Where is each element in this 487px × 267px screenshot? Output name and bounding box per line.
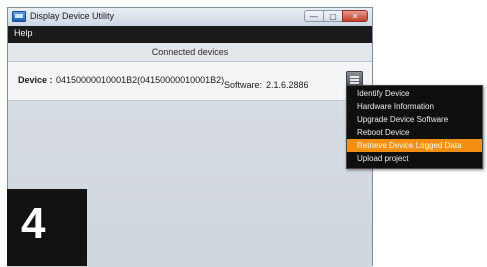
close-button[interactable]: ✕ (342, 10, 368, 22)
hamburger-icon (350, 76, 359, 78)
menu-item-retrieve-device-logged-data[interactable]: Retrieve Device Logged Data (347, 139, 482, 152)
window-controls: — ▢ ✕ (304, 10, 368, 23)
menu-bar: Help (8, 26, 372, 43)
window-title: Display Device Utility (30, 11, 115, 21)
connected-devices-header: Connected devices (8, 43, 372, 62)
device-row[interactable]: Device : 04150000010001B2(04150000010001… (8, 62, 372, 101)
title-bar[interactable]: Display Device Utility — ▢ ✕ (8, 8, 372, 27)
minimize-icon: — (310, 12, 318, 21)
menu-item-identify-device[interactable]: Identify Device (347, 87, 482, 100)
close-icon: ✕ (351, 12, 359, 21)
menu-item-upload-project[interactable]: Upload project (347, 152, 482, 165)
maximize-button[interactable]: ▢ (323, 10, 343, 22)
menu-item-hardware-information[interactable]: Hardware Information (347, 100, 482, 113)
app-icon (12, 11, 26, 22)
software-version: 2.1.6.2886 (266, 80, 309, 90)
software-label: Software: (224, 80, 263, 90)
device-label: Device : (18, 75, 53, 85)
menu-item-upgrade-device-software[interactable]: Upgrade Device Software (347, 113, 482, 126)
minimize-button[interactable]: — (304, 10, 324, 22)
menu-help[interactable]: Help (14, 28, 33, 38)
device-context-menu: Identify Device Hardware Information Upg… (346, 85, 483, 169)
step-number: 4 (21, 199, 46, 248)
device-id: 04150000010001B2(04150000010001B2) (56, 75, 225, 85)
maximize-icon: ▢ (329, 12, 337, 21)
menu-item-reboot-device[interactable]: Reboot Device (347, 126, 482, 139)
step-number-box: 4 (7, 189, 87, 266)
